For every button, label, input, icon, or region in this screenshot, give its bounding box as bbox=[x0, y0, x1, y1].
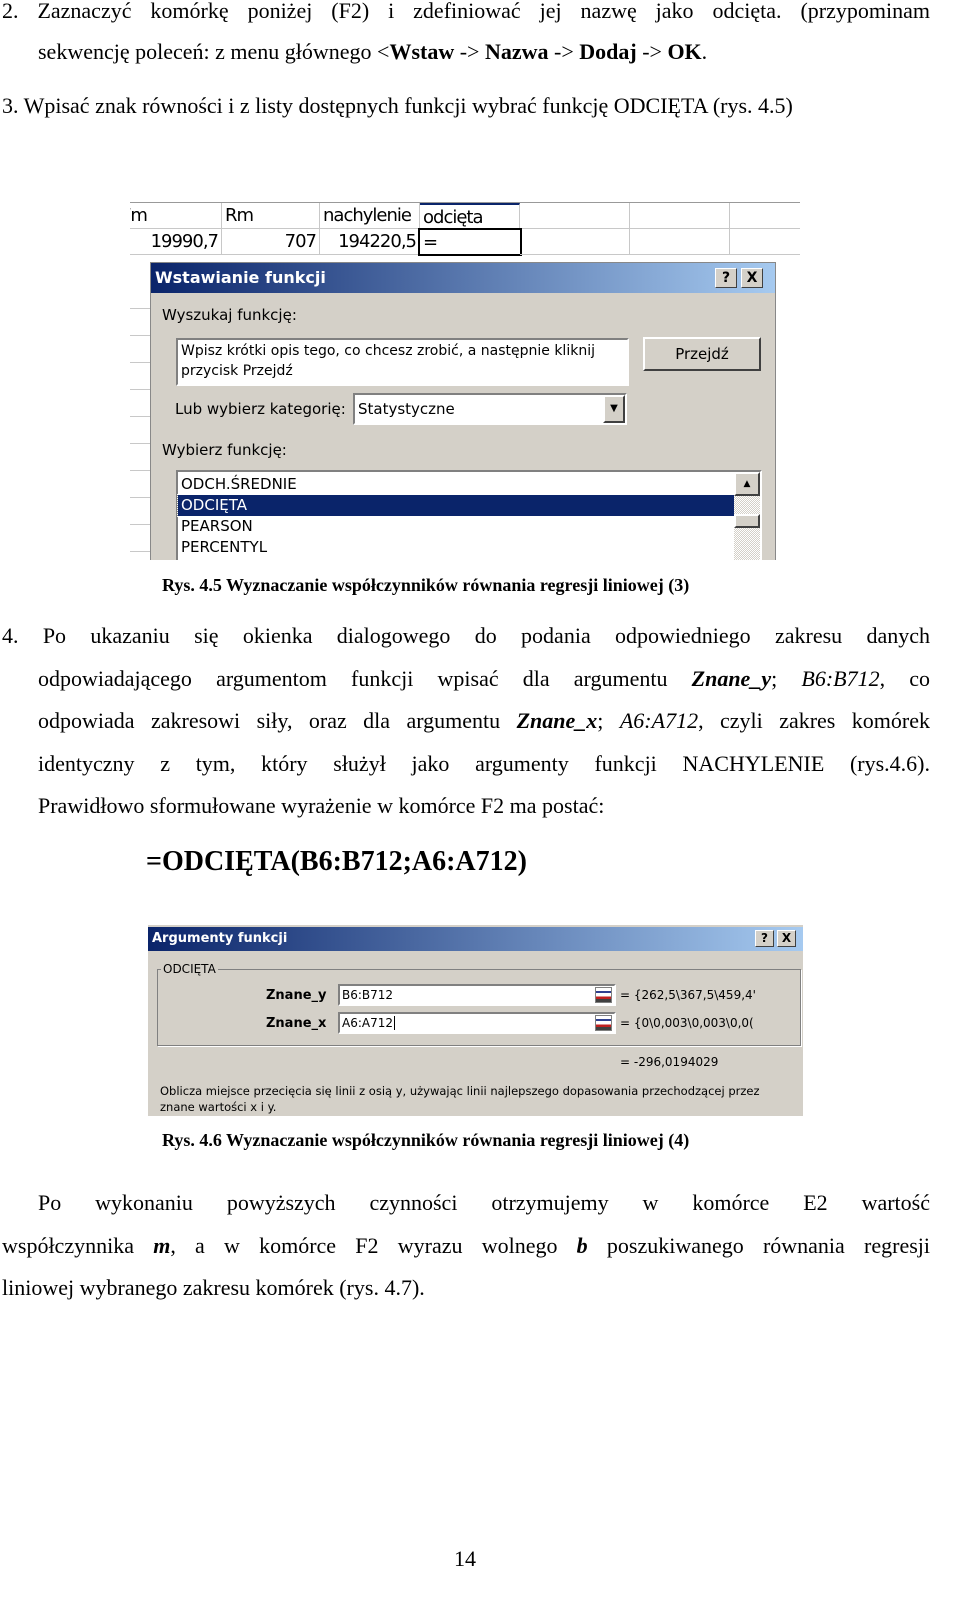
arrow: -> bbox=[548, 39, 580, 64]
symbol-b: b bbox=[576, 1233, 588, 1258]
arg2-result: = {0\0,003\0,003\0,0( bbox=[620, 1016, 754, 1030]
range-a: A6:A712 bbox=[619, 708, 699, 733]
insert-function-dialog: Wstawianie funkcji ? X Wyszukaj funkcję:… bbox=[150, 262, 776, 560]
figure2-caption: Rys. 4.6 Wyznaczanie współczynników równ… bbox=[162, 1130, 690, 1150]
cell[interactable]: 19990,7 bbox=[130, 229, 222, 255]
arg2-value: A6:A712 bbox=[342, 1016, 393, 1030]
go-button[interactable]: Przejdź bbox=[643, 337, 761, 371]
function-label: Wybierz funkcję: bbox=[162, 441, 287, 459]
step2-line2: sekwencję poleceń: z menu głównego <Wsta… bbox=[38, 39, 707, 65]
dialog-title-bar: Wstawianie funkcji bbox=[151, 263, 775, 293]
page-number: 14 bbox=[454, 1546, 476, 1571]
description-line: Oblicza miejsce przecięcia się linii z o… bbox=[160, 1084, 760, 1098]
function-item[interactable]: ODCH.ŚREDNIE bbox=[178, 474, 760, 495]
cell[interactable] bbox=[730, 203, 800, 229]
scroll-up-icon[interactable]: ▲ bbox=[734, 472, 760, 496]
menu-nazwa: Nazwa bbox=[484, 39, 549, 64]
category-label: Lub wybierz kategorię: bbox=[175, 400, 346, 418]
range-b: B6:B712 bbox=[801, 666, 880, 691]
category-value: Statystyczne bbox=[358, 400, 455, 418]
arg-znane-x: Znane_x bbox=[516, 708, 598, 733]
symbol-m: m bbox=[153, 1233, 171, 1258]
help-icon[interactable]: ? bbox=[755, 930, 774, 947]
text: , a w komórce F2 wyrazu wolnego bbox=[170, 1233, 577, 1258]
dialog-title: Argumenty funkcji bbox=[152, 931, 288, 946]
close-icon[interactable]: X bbox=[741, 268, 763, 288]
arg1-value: B6:B712 bbox=[342, 988, 394, 1002]
menu-ok: OK bbox=[667, 39, 702, 64]
text: odpowiada zakresowi siły, oraz dla argum… bbox=[38, 708, 517, 733]
function-arguments-dialog: Argumenty funkcji ? X ODCIĘTA Znane_y B6… bbox=[148, 925, 803, 1116]
header-cell[interactable]: odcięta bbox=[420, 203, 520, 229]
description-line: znane wartości x i y. bbox=[160, 1100, 277, 1114]
text: ; bbox=[597, 708, 620, 733]
step4-line5: Prawidłowo sformułowane wyrażenie w komó… bbox=[38, 793, 605, 818]
final-line3: liniowej wybranego zakresu komórek (rys.… bbox=[2, 1275, 425, 1300]
dialog-title: Wstawianie funkcji bbox=[155, 268, 326, 287]
step3: 3. Wpisać znak równości i z listy dostęp… bbox=[2, 93, 793, 118]
dialog-title-bar: Argumenty funkcji bbox=[148, 927, 803, 951]
text: , czyli zakres komórek bbox=[698, 708, 931, 733]
cell[interactable] bbox=[520, 203, 630, 229]
step2-line1: 2. Zaznaczyć komórkę poniżej (F2) i zdef… bbox=[2, 0, 930, 23]
function-list[interactable]: ODCH.ŚREDNIE ODCIĘTA PEARSON PERCENTYL ▲ bbox=[176, 470, 762, 560]
step4-line4: identyczny z tym, który służył jako argu… bbox=[38, 751, 930, 776]
arg-znane-y: Znane_y bbox=[691, 666, 772, 691]
figure1-caption: Rys. 4.5 Wyznaczanie współczynników równ… bbox=[162, 575, 690, 595]
search-input[interactable]: Wpisz krótki opis tego, co chcesz zrobić… bbox=[176, 338, 629, 386]
text: sekwencję poleceń: z menu głównego < bbox=[38, 39, 390, 64]
header-cell[interactable]: Fm bbox=[130, 203, 222, 229]
formula-result: = -296,0194029 bbox=[620, 1055, 719, 1069]
step4-line3: odpowiada zakresowi siły, oraz dla argum… bbox=[38, 708, 930, 734]
cell[interactable]: 194220,5 bbox=[320, 229, 420, 255]
group-label: ODCIĘTA bbox=[161, 962, 218, 976]
collapse-dialog-icon[interactable] bbox=[595, 1015, 612, 1031]
function-item-selected[interactable]: ODCIĘTA bbox=[177, 494, 735, 517]
scrollbar[interactable]: ▲ bbox=[734, 472, 760, 560]
search-input-text: Wpisz krótki opis tego, co chcesz zrobić… bbox=[181, 343, 595, 379]
text: ; bbox=[771, 666, 802, 691]
cell[interactable]: 707 bbox=[222, 229, 320, 255]
text: poszukiwanego równania regresji bbox=[587, 1233, 930, 1258]
arg1-input[interactable]: B6:B712 bbox=[338, 984, 616, 1006]
collapse-dialog-icon[interactable] bbox=[595, 987, 612, 1003]
active-cell-f2[interactable]: = bbox=[418, 228, 522, 256]
scroll-thumb[interactable] bbox=[734, 514, 760, 528]
menu-dodaj: Dodaj bbox=[579, 39, 637, 64]
cell[interactable] bbox=[520, 229, 630, 255]
cell[interactable] bbox=[730, 229, 800, 255]
arguments-group bbox=[157, 969, 801, 1046]
arrow: -> bbox=[454, 39, 485, 64]
arg2-label: Znane_x bbox=[266, 1016, 327, 1031]
final-line2: współczynnika m, a w komórce F2 wyrazu w… bbox=[2, 1233, 930, 1259]
arrow: -> bbox=[636, 39, 668, 64]
arg1-result: = {262,5\367,5\459,4' bbox=[620, 988, 756, 1002]
final-line1: Po wykonaniu powyższych czynności otrzym… bbox=[38, 1190, 930, 1215]
text: współczynnika bbox=[2, 1233, 154, 1258]
text: odpowiadającego argumentom funkcji wpisa… bbox=[38, 666, 692, 691]
step4-line2: odpowiadającego argumentom funkcji wpisa… bbox=[38, 666, 930, 692]
function-item[interactable]: PERCENTYL bbox=[178, 537, 760, 558]
category-select[interactable]: Statystyczne ▼ bbox=[353, 393, 627, 425]
function-description: Oblicza miejsce przecięcia się linii z o… bbox=[160, 1083, 760, 1115]
cell[interactable] bbox=[630, 203, 730, 229]
spreadsheet-figure: Fm Rm nachylenie odcięta 19990,7 707 194… bbox=[130, 200, 800, 560]
function-item[interactable]: PEARSON bbox=[178, 516, 760, 537]
chevron-down-icon[interactable]: ▼ bbox=[603, 395, 625, 423]
header-cell[interactable]: nachylenie bbox=[320, 203, 420, 229]
text: , co bbox=[879, 666, 930, 691]
cell[interactable] bbox=[630, 229, 730, 255]
arg1-label: Znane_y bbox=[266, 988, 327, 1003]
close-icon[interactable]: X bbox=[777, 930, 796, 947]
formula: =ODCIĘTA(B6:B712;A6:A712) bbox=[146, 846, 527, 877]
step4-line1: 4. Po ukazaniu się okienka dialogowego d… bbox=[2, 623, 930, 648]
help-icon[interactable]: ? bbox=[715, 268, 737, 288]
menu-wstaw: Wstaw bbox=[389, 39, 455, 64]
search-label: Wyszukaj funkcję: bbox=[162, 306, 297, 324]
header-cell[interactable]: Rm bbox=[222, 203, 320, 229]
text: . bbox=[701, 39, 708, 64]
arg2-input[interactable]: A6:A712 bbox=[338, 1012, 616, 1034]
